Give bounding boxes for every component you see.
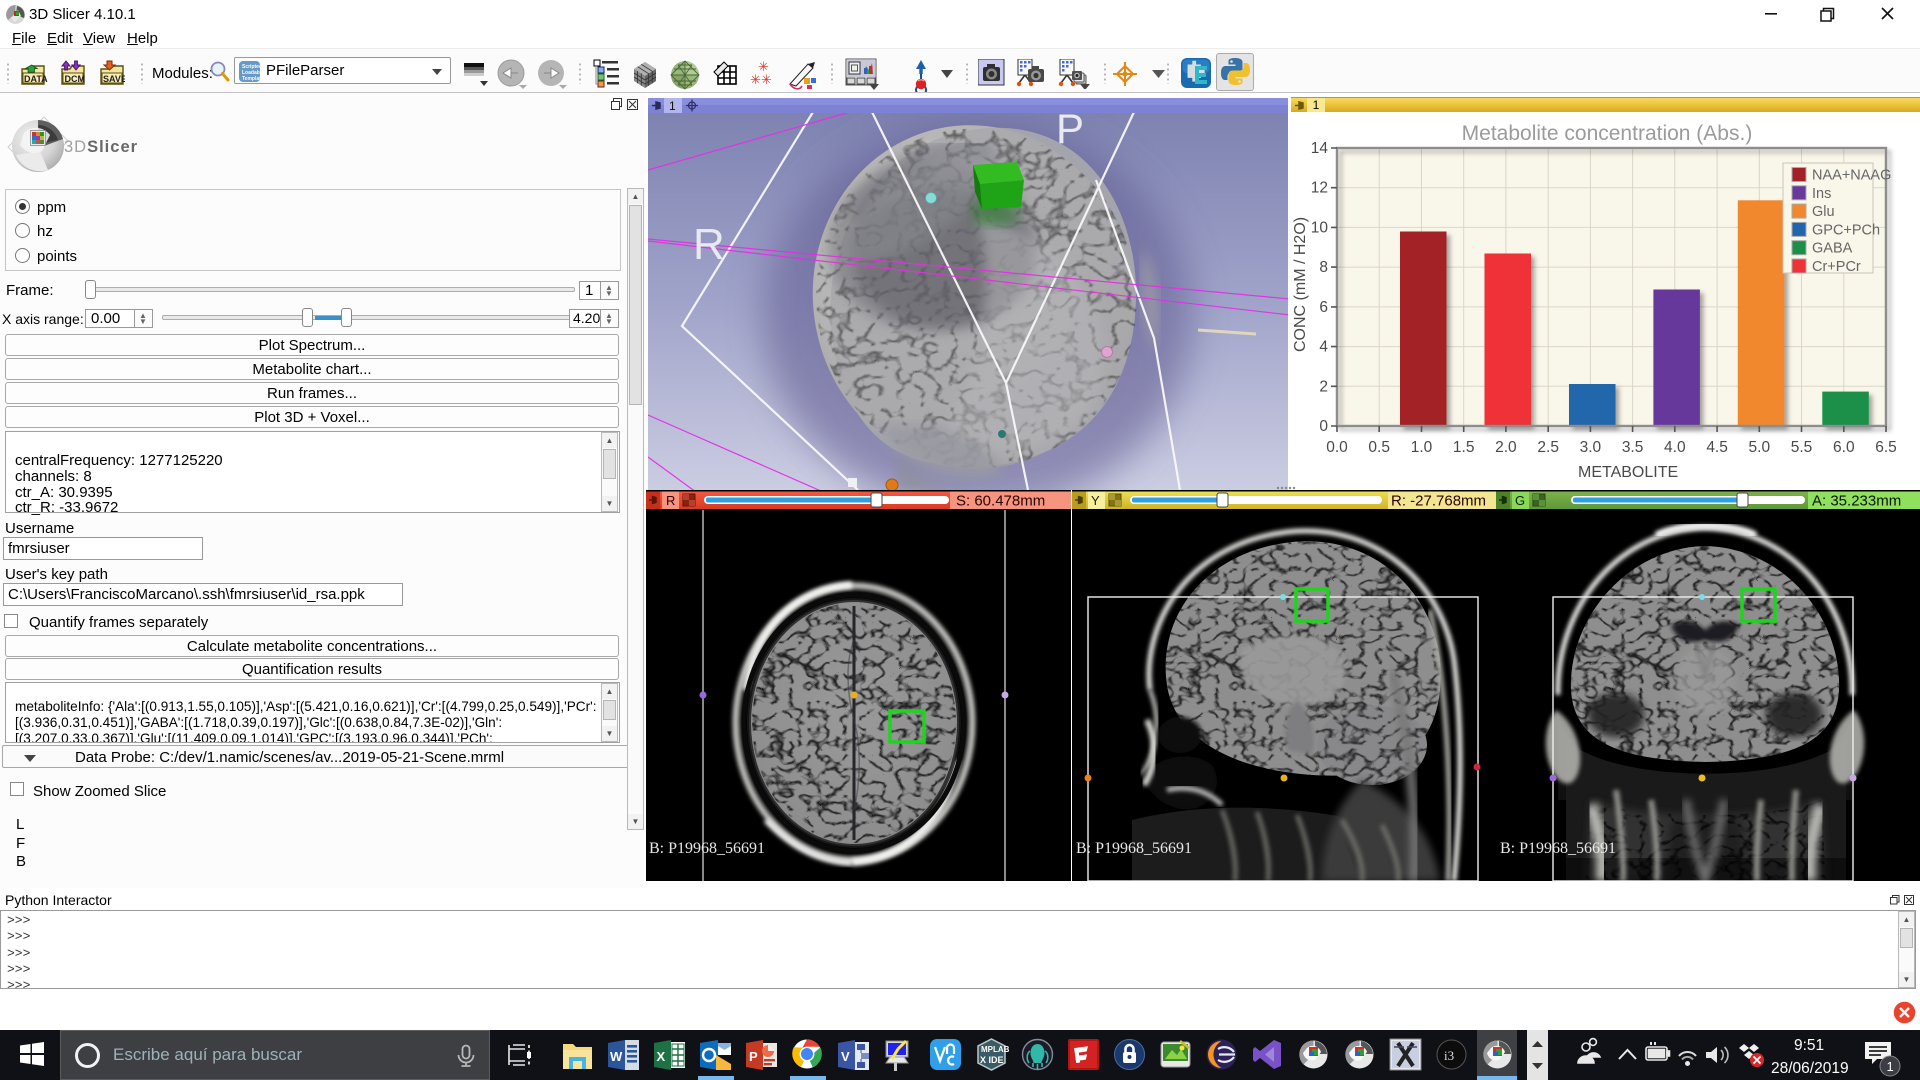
svg-text:6.0: 6.0: [1833, 439, 1855, 456]
svg-text:5.5: 5.5: [1791, 439, 1813, 456]
svg-text:GABA: GABA: [1812, 241, 1853, 257]
svg-text:3.5: 3.5: [1622, 439, 1644, 456]
svg-text:✳✳: ✳✳: [750, 72, 772, 87]
svg-text:4.0: 4.0: [1664, 439, 1686, 456]
svg-text:1: 1: [669, 99, 676, 113]
svg-text:B: P19968_56691: B: P19968_56691: [1076, 840, 1192, 857]
svg-text:Cr+PCr: Cr+PCr: [1812, 259, 1861, 275]
svg-text:A: 35.233mm: A: 35.233mm: [1812, 493, 1901, 510]
svg-text:B: P19968_56691: B: P19968_56691: [1500, 840, 1616, 857]
svg-text:1.5: 1.5: [1453, 439, 1475, 456]
svg-text:8: 8: [1319, 259, 1328, 276]
svg-text:R: R: [666, 493, 675, 508]
svg-text:R: -27.768mm: R: -27.768mm: [1391, 493, 1486, 510]
svg-text:X: X: [657, 1049, 666, 1064]
svg-text:10: 10: [1311, 219, 1329, 236]
svg-text:B: P19968_56691: B: P19968_56691: [649, 840, 765, 857]
svg-text:2: 2: [1319, 378, 1328, 395]
svg-text:G: G: [1515, 493, 1525, 508]
svg-text:W: W: [610, 1049, 623, 1064]
svg-text:3DSlicer: 3DSlicer: [64, 138, 138, 156]
svg-text:Metabolite concentration (Abs.: Metabolite concentration (Abs.): [1462, 122, 1753, 145]
svg-text:SAVE: SAVE: [103, 74, 125, 84]
svg-text:Template: Template: [242, 76, 260, 82]
svg-text:4.5: 4.5: [1706, 439, 1728, 456]
svg-text:R: R: [693, 220, 725, 269]
svg-text:X IDE: X IDE: [980, 1055, 1004, 1065]
svg-text:1.0: 1.0: [1411, 439, 1433, 456]
svg-text:28/06/2019: 28/06/2019: [1771, 1060, 1849, 1077]
svg-text:DATA: DATA: [24, 74, 48, 84]
svg-text:3.0: 3.0: [1580, 439, 1602, 456]
svg-text:6: 6: [1319, 299, 1328, 316]
svg-text:Y: Y: [1091, 493, 1100, 508]
svg-text:GPC+PCh: GPC+PCh: [1812, 222, 1880, 238]
svg-text:4: 4: [1319, 339, 1328, 356]
svg-text:METABOLITE: METABOLITE: [1578, 464, 1678, 481]
svg-text:6.5: 6.5: [1875, 439, 1897, 456]
svg-text:2.0: 2.0: [1495, 439, 1517, 456]
svg-text:14: 14: [1311, 140, 1329, 157]
svg-text:V: V: [841, 1049, 850, 1064]
svg-text:0.5: 0.5: [1368, 439, 1390, 456]
svg-text:S: 60.478mm: S: 60.478mm: [956, 493, 1045, 510]
svg-text:Ins: Ins: [1812, 186, 1831, 202]
svg-text:0: 0: [1319, 418, 1328, 435]
svg-text:12: 12: [1311, 180, 1328, 197]
svg-text:CONC (mM / H2O): CONC (mM / H2O): [1292, 217, 1309, 352]
svg-text:P: P: [749, 1049, 758, 1064]
svg-text:0.0: 0.0: [1326, 439, 1348, 456]
svg-text:MPLAB: MPLAB: [981, 1045, 1010, 1054]
svg-text:9:51: 9:51: [1794, 1037, 1824, 1054]
svg-text:1: 1: [1887, 1059, 1894, 1074]
svg-text:Glu: Glu: [1812, 204, 1835, 220]
svg-text:i3: i3: [1444, 1048, 1454, 1063]
svg-text:NAA+NAAG: NAA+NAAG: [1812, 168, 1891, 184]
svg-text:2.5: 2.5: [1537, 439, 1559, 456]
svg-text:5.0: 5.0: [1749, 439, 1771, 456]
svg-text:DCM: DCM: [65, 74, 86, 84]
